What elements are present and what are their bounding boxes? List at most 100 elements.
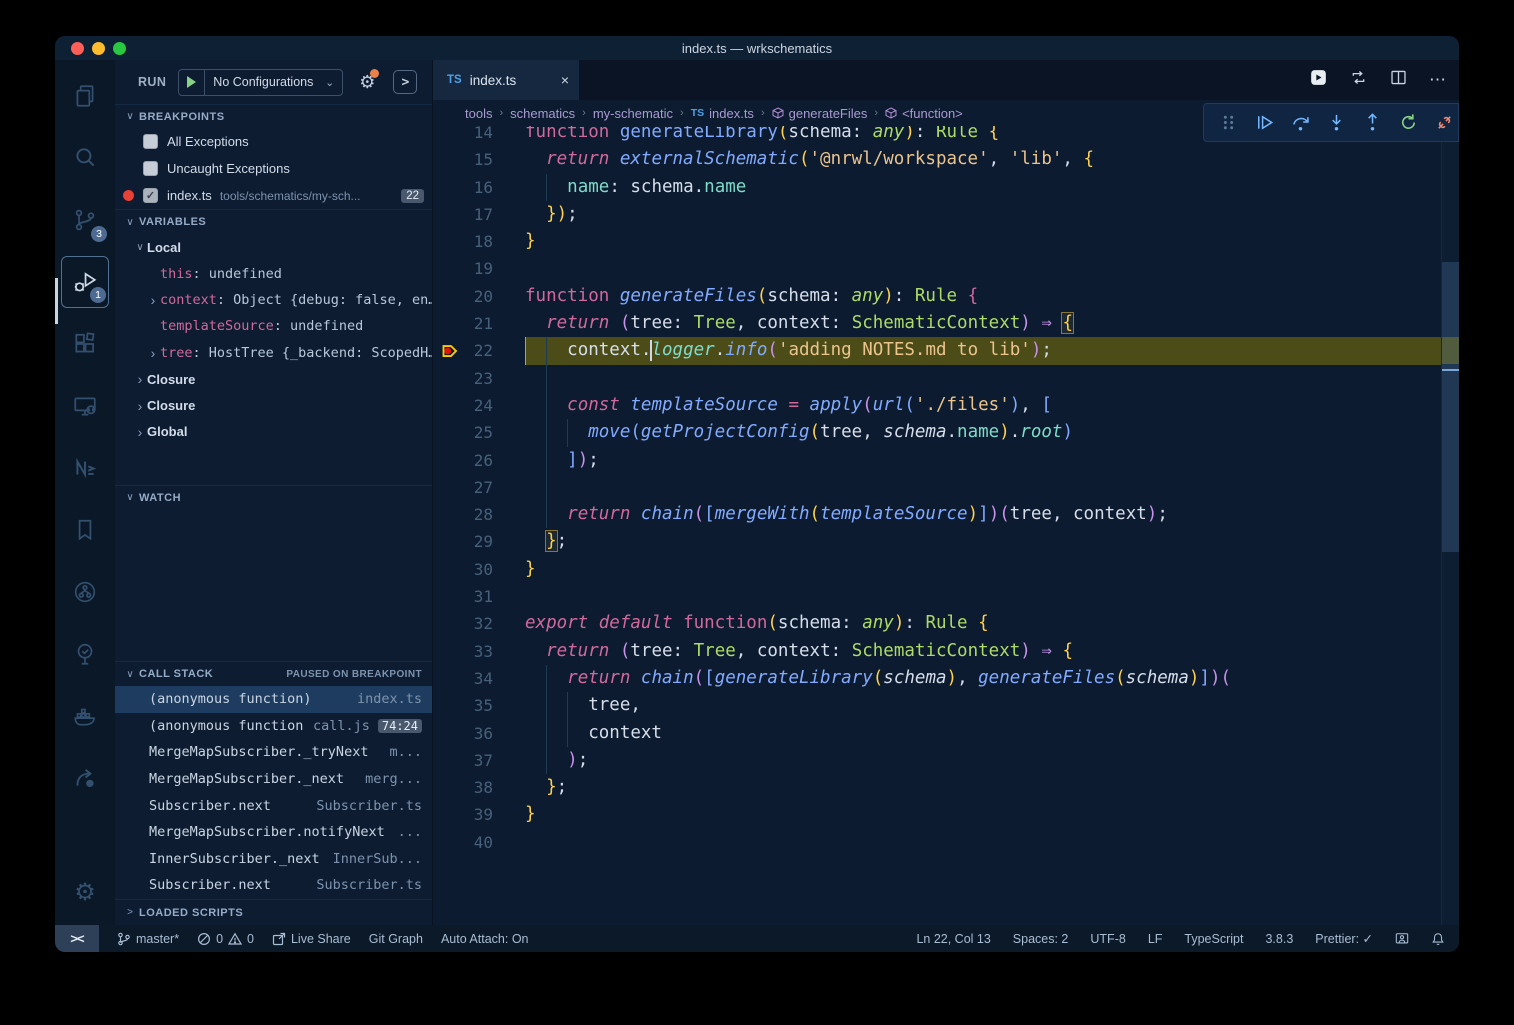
prettier-item[interactable]: Prettier: ✓ [1315, 931, 1373, 946]
remote-indicator[interactable]: >< [55, 925, 99, 952]
variable-row[interactable]: ›context: Object {debug: false, en… [115, 287, 432, 313]
call-stack-section-header[interactable]: ∨ CALL STACK PAUSED ON BREAKPOINT [115, 661, 432, 686]
configure-gear-icon[interactable]: ⚙ [359, 72, 375, 93]
call-stack-frame[interactable]: InnerSubscriber._nextInnerSub... [115, 846, 432, 873]
run-debug-icon[interactable]: 1 [61, 256, 109, 308]
step-into-button[interactable] [1322, 108, 1350, 138]
language-item[interactable]: TypeScript [1184, 932, 1243, 946]
gutter[interactable]: 29 [433, 528, 525, 555]
gutter[interactable]: 16 [433, 174, 525, 201]
open-changes-icon[interactable] [1309, 68, 1328, 92]
toolbar-drag-handle[interactable] [1214, 108, 1242, 138]
search-icon[interactable] [61, 132, 109, 184]
problems-item[interactable]: 0 0 [197, 932, 254, 946]
bookmarks-icon[interactable] [61, 504, 109, 556]
gutter[interactable]: 33 [433, 638, 525, 665]
feedback-icon[interactable] [1395, 932, 1409, 946]
variable-row[interactable]: ›tree: HostTree {_backend: ScopedH… [115, 340, 432, 366]
gutter[interactable]: 23 [433, 365, 525, 392]
more-actions-icon[interactable]: ⋯ [1429, 70, 1447, 90]
gutter[interactable]: 37 [433, 747, 525, 774]
source-control-icon[interactable]: 3 [61, 194, 109, 246]
variable-row[interactable]: this: undefined [115, 260, 432, 286]
gutter[interactable]: 18 [433, 228, 525, 255]
gutter[interactable]: 22 [433, 337, 525, 364]
continue-button[interactable] [1250, 108, 1278, 138]
call-stack-frame[interactable]: (anonymous function)call.js74:24 [115, 713, 432, 740]
start-debug-icon[interactable] [187, 76, 196, 88]
loaded-scripts-section-header[interactable]: > LOADED SCRIPTS [115, 899, 432, 925]
gutter[interactable]: 30 [433, 556, 525, 583]
gutter[interactable]: 17 [433, 201, 525, 228]
live-share-icon[interactable] [61, 752, 109, 804]
breakpoint-checkbox[interactable] [143, 134, 158, 149]
breadcrumb-item-symbol[interactable]: generateFiles [772, 106, 868, 121]
editor-scrollbar[interactable] [1441, 126, 1459, 925]
nx-console-icon[interactable] [61, 442, 109, 494]
gutter[interactable]: 38 [433, 774, 525, 801]
zoom-window-button[interactable] [113, 42, 126, 55]
call-stack-frame[interactable]: Subscriber.nextSubscriber.ts [115, 872, 432, 899]
indentation-item[interactable]: Spaces: 2 [1013, 932, 1069, 946]
gutter[interactable]: 24 [433, 392, 525, 419]
extensions-icon[interactable] [61, 318, 109, 370]
gutter[interactable]: 36 [433, 720, 525, 747]
settings-gear-icon[interactable]: ⚙ [61, 867, 109, 919]
call-stack-frame[interactable]: Subscriber.nextSubscriber.ts [115, 792, 432, 819]
disconnect-button[interactable] [1430, 108, 1458, 138]
launch-config-dropdown[interactable]: No Configurations ⌄ [178, 69, 343, 96]
git-graph-item[interactable]: Git Graph [369, 932, 423, 946]
cursor-position-item[interactable]: Ln 22, Col 13 [916, 932, 990, 946]
split-editor-icon[interactable] [1389, 68, 1408, 92]
step-over-button[interactable] [1286, 108, 1314, 138]
scrollbar-thumb[interactable] [1442, 262, 1459, 552]
restart-button[interactable] [1394, 108, 1422, 138]
breakpoint-row[interactable]: All Exceptions [115, 128, 432, 155]
call-stack-frame[interactable]: MergeMapSubscriber._nextmerg... [115, 766, 432, 793]
gutter[interactable]: 40 [433, 829, 525, 856]
gutter[interactable]: 39 [433, 801, 525, 828]
gutter[interactable]: 25 [433, 419, 525, 446]
variable-scope-row[interactable]: ›Closure [115, 366, 432, 392]
gutter[interactable]: 14 [433, 126, 525, 146]
gitlens-icon[interactable] [61, 566, 109, 618]
call-stack-frame[interactable]: (anonymous function)index.ts [115, 686, 432, 713]
debug-console-icon[interactable]: > [393, 70, 417, 94]
explorer-icon[interactable] [61, 70, 109, 122]
encoding-item[interactable]: UTF-8 [1090, 932, 1125, 946]
variable-row[interactable]: templateSource: undefined [115, 313, 432, 339]
eol-item[interactable]: LF [1148, 932, 1163, 946]
docker-icon[interactable] [61, 690, 109, 742]
gutter[interactable]: 34 [433, 665, 525, 692]
gutter[interactable]: 20 [433, 283, 525, 310]
todo-tree-icon[interactable] [61, 628, 109, 680]
call-stack-frame[interactable]: MergeMapSubscriber._tryNextm... [115, 739, 432, 766]
gutter[interactable]: 28 [433, 501, 525, 528]
breadcrumb-item-file[interactable]: TSindex.ts [691, 106, 754, 121]
code-editor[interactable]: 14function generateLibrary(schema: any):… [433, 126, 1459, 925]
close-window-button[interactable] [71, 42, 84, 55]
gutter[interactable]: 26 [433, 447, 525, 474]
variable-scope-row[interactable]: ∨Local [115, 234, 432, 260]
variable-scope-row[interactable]: ›Global [115, 419, 432, 445]
gutter[interactable]: 19 [433, 255, 525, 282]
live-share-item[interactable]: Live Share [272, 932, 351, 946]
gutter[interactable]: 21 [433, 310, 525, 337]
gutter[interactable]: 31 [433, 583, 525, 610]
step-out-button[interactable] [1358, 108, 1386, 138]
call-stack-frame[interactable]: MergeMapSubscriber.notifyNext... [115, 819, 432, 846]
compare-changes-icon[interactable] [1349, 68, 1368, 92]
ts-version-item[interactable]: 3.8.3 [1265, 932, 1293, 946]
git-branch-item[interactable]: master* [117, 932, 179, 946]
variables-section-header[interactable]: ∨ VARIABLES [115, 209, 432, 234]
breakpoints-section-header[interactable]: ∨ BREAKPOINTS [115, 104, 432, 128]
watch-section-header[interactable]: ∨ WATCH [115, 485, 432, 509]
auto-attach-item[interactable]: Auto Attach: On [441, 932, 529, 946]
gutter[interactable]: 35 [433, 692, 525, 719]
variable-scope-row[interactable]: ›Closure [115, 392, 432, 418]
breadcrumb-item-symbol[interactable]: <function> [885, 106, 963, 121]
gutter[interactable]: 27 [433, 474, 525, 501]
gutter[interactable]: 32 [433, 610, 525, 637]
gutter[interactable]: 15 [433, 146, 525, 173]
breadcrumb-item[interactable]: schematics [510, 106, 575, 121]
